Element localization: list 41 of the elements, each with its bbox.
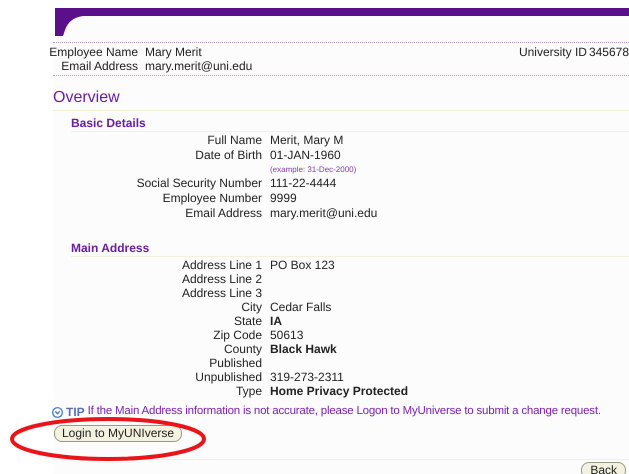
field-label: Date of Birth — [194, 148, 262, 164]
tip-label: TIP — [66, 404, 85, 421]
field-value: 345678 — [588, 45, 629, 59]
field-label: Type — [234, 384, 262, 398]
field-value: 319-273-2311 — [270, 370, 344, 384]
field-label: Email Address — [184, 206, 262, 221]
login-button[interactable]: Login to MyUNIverse — [54, 425, 182, 442]
field-value: mary.merit@uni.edu — [270, 206, 378, 221]
field-value: 01-JAN-1960 — [270, 148, 342, 163]
page-title: Overview — [53, 88, 629, 111]
field-value: Merit, Mary M — [270, 133, 344, 148]
field-label: State — [232, 314, 262, 328]
field-value: 111-22-4444 — [270, 176, 336, 191]
field-label: University ID — [518, 45, 587, 59]
field-value: Mary Merit — [145, 45, 203, 59]
field-value: Cedar Falls — [270, 300, 332, 314]
format-hint: (example: 31-Dec-2000) — [270, 164, 356, 176]
field-value: Home Privacy Protected — [270, 384, 408, 398]
field-value: 50613 — [270, 328, 304, 342]
field-label: Address Line 2 — [180, 272, 262, 286]
field-label: Social Security Number — [136, 176, 262, 191]
section-heading: Main Address — [71, 241, 629, 257]
field-value: 9999 — [270, 191, 297, 206]
field-label: County — [222, 342, 262, 356]
field-value: PO Box 123 — [270, 258, 335, 272]
field-label: Employee Name — [49, 45, 138, 59]
field-label: City — [240, 300, 262, 314]
field-value: mary.merit@uni.edu — [145, 59, 252, 73]
field-label: Address Line 1 — [180, 258, 262, 272]
field-label: Address Line 3 — [180, 286, 262, 300]
section-heading: Basic Details — [71, 116, 629, 132]
field-label: Full Name — [206, 133, 262, 148]
field-label: Email Address — [61, 59, 138, 73]
back-button[interactable]: Back — [581, 462, 626, 474]
field-value: Black Hawk — [270, 342, 337, 356]
field-label: Zip Code — [212, 328, 262, 342]
field-label: Unpublished — [194, 370, 262, 384]
field-label: Published — [208, 356, 262, 370]
tip-text: If the Main Address information is not accurate, please Logon to MyUniverse to submit a change request. — [88, 404, 601, 420]
field-label: Employee Number — [162, 191, 262, 206]
field-value: IA — [270, 314, 282, 328]
